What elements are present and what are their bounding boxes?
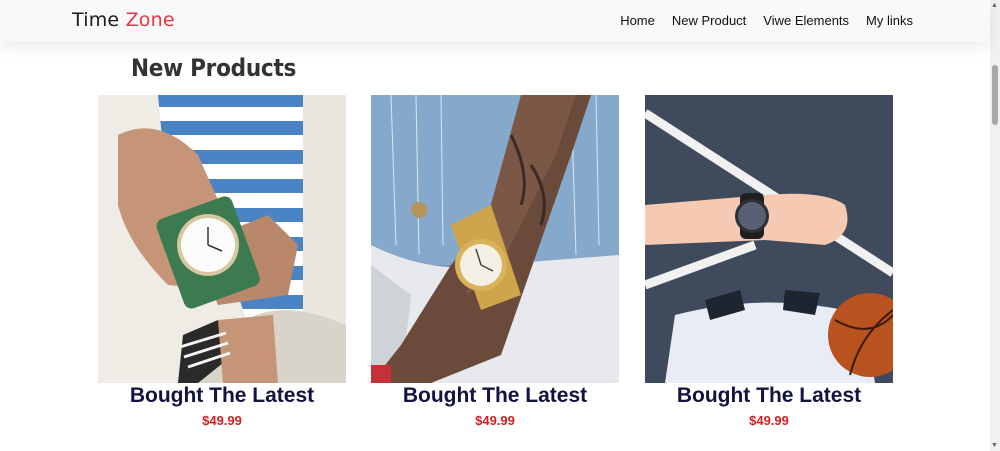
nav-link-home[interactable]: Home [620, 13, 655, 28]
main-nav: Home New Product Viwe Elements My links [620, 13, 913, 28]
section-title: New Products [131, 54, 297, 82]
product-card[interactable]: Bought The Latest $49.99 [645, 95, 893, 428]
watch-photo-1 [98, 95, 346, 383]
watch-photo-3 [645, 95, 893, 383]
brand-logo[interactable]: Time Zone [72, 9, 175, 31]
nav-link-new-product[interactable]: New Product [672, 13, 746, 28]
product-price: $49.99 [202, 413, 242, 428]
nav-link-my-links[interactable]: My links [866, 13, 913, 28]
product-title[interactable]: Bought The Latest [98, 384, 346, 408]
scroll-down-icon[interactable]: ▼ [991, 442, 998, 449]
product-card[interactable]: Bought The Latest $49.99 [98, 95, 346, 428]
scrollbar-thumb[interactable] [992, 65, 998, 125]
product-image-watch-basketball[interactable] [645, 95, 893, 383]
product-image-watch-striped-shirt[interactable] [98, 95, 346, 383]
watch-photo-2 [371, 95, 619, 383]
product-price: $49.99 [475, 413, 515, 428]
product-title[interactable]: Bought The Latest [645, 384, 893, 408]
product-card[interactable]: Bought The Latest $49.99 [371, 95, 619, 428]
product-image-gold-watch-denim[interactable] [371, 95, 619, 383]
vertical-scrollbar[interactable]: ▲ ▼ [990, 0, 1000, 451]
brand-name-part1: Time [72, 9, 120, 31]
nav-link-view-elements[interactable]: Viwe Elements [763, 13, 849, 28]
product-price: $49.99 [749, 413, 789, 428]
scroll-up-icon[interactable]: ▲ [991, 2, 998, 9]
top-navbar: Time Zone Home New Product Viwe Elements… [0, 0, 990, 41]
brand-name-part2: Zone [125, 9, 175, 31]
product-title[interactable]: Bought The Latest [371, 384, 619, 408]
